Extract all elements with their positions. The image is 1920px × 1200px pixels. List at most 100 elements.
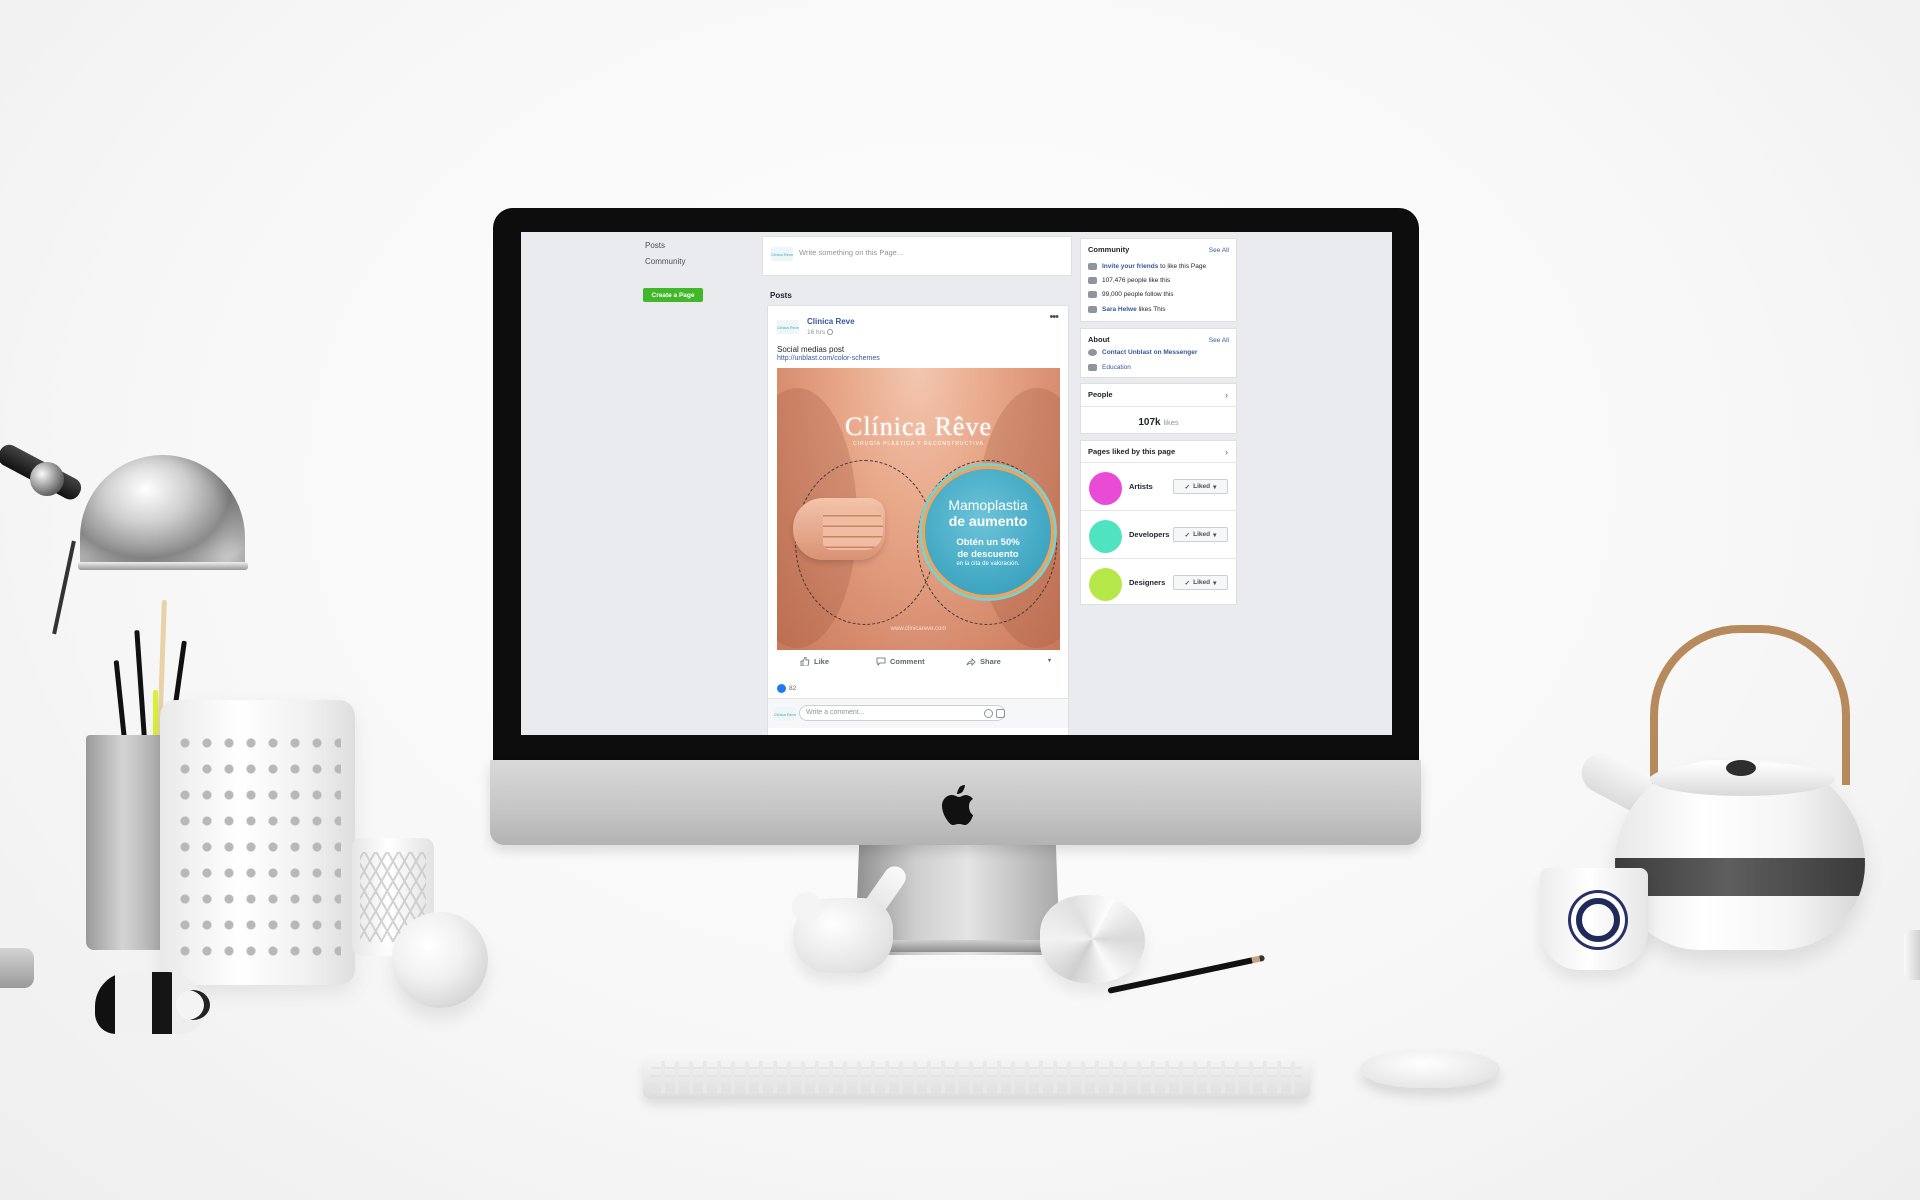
post-author-avatar[interactable]: Clinica Reve bbox=[777, 320, 799, 334]
liked-page-name[interactable]: Designers bbox=[1129, 578, 1165, 587]
pages-liked-title[interactable]: Pages liked by this page bbox=[1088, 447, 1175, 456]
contact-messenger-link[interactable]: Contact Unblast on Messenger bbox=[1102, 349, 1197, 356]
post-author[interactable]: Clinica Reve bbox=[807, 317, 855, 326]
people-title[interactable]: People bbox=[1088, 390, 1113, 399]
friend-rest: likes This bbox=[1138, 306, 1166, 313]
emoji-icon[interactable] bbox=[984, 709, 993, 718]
chevron-right-icon[interactable]: › bbox=[1225, 447, 1228, 457]
category-link[interactable]: Education bbox=[1102, 364, 1131, 371]
people-card: People › 107k likes bbox=[1080, 383, 1237, 434]
community-follows-row: 99,000 people follow this bbox=[1088, 291, 1174, 298]
panda-figurine-head bbox=[176, 990, 210, 1020]
desk-lamp-shade bbox=[80, 455, 245, 570]
post-time[interactable]: 16 hrs bbox=[807, 329, 833, 336]
globe-icon bbox=[826, 329, 833, 336]
page-avatar: Clinica Reve bbox=[771, 247, 793, 261]
liked-page-row: Artists ✓ Liked ▾ bbox=[1081, 462, 1236, 510]
liked-button[interactable]: ✓ Liked ▾ bbox=[1173, 575, 1228, 590]
flower-icon bbox=[1576, 898, 1620, 942]
rss-icon bbox=[1088, 291, 1097, 298]
community-see-all-link[interactable]: See All bbox=[1209, 247, 1229, 254]
screen: Posts Community Create a Page Clinica Re… bbox=[521, 232, 1392, 735]
comment-input[interactable]: Write a comment... bbox=[799, 705, 1005, 721]
posts-heading: Posts bbox=[770, 291, 792, 300]
about-title: About bbox=[1088, 335, 1110, 344]
more-options-icon[interactable]: ••• bbox=[1049, 311, 1059, 323]
promo-note: en la cita de valoración. bbox=[956, 561, 1020, 567]
desk-object-edge bbox=[0, 948, 34, 988]
liked-page-avatar[interactable] bbox=[1089, 568, 1122, 601]
comment-label: Comment bbox=[890, 657, 925, 666]
promo-title-1: Mamoplastia bbox=[948, 497, 1028, 513]
people-likes: 107k likes bbox=[1081, 417, 1236, 428]
nav-item-posts[interactable]: Posts bbox=[645, 241, 665, 250]
comment-row: Clinica Reve Write a comment... bbox=[768, 698, 1068, 728]
create-page-button[interactable]: Create a Page bbox=[643, 288, 703, 302]
liked-page-name[interactable]: Developers bbox=[1129, 530, 1169, 539]
promo-offer-1: Obtén un 50% bbox=[956, 537, 1020, 548]
liked-button-label: Liked bbox=[1193, 483, 1211, 490]
promo-title-2: de aumento bbox=[948, 513, 1028, 529]
community-title: Community bbox=[1088, 245, 1130, 254]
people-icon bbox=[1088, 306, 1097, 313]
comment-icon bbox=[876, 657, 886, 666]
teacup bbox=[1540, 868, 1648, 970]
apple-logo-icon bbox=[942, 785, 973, 825]
glass-sphere bbox=[392, 912, 488, 1008]
promo-badge: Mamoplastia de aumento Obtén un 50% de d… bbox=[922, 466, 1054, 598]
crumpled-paper bbox=[1040, 895, 1145, 983]
people-likes-count: 107k bbox=[1138, 417, 1161, 428]
desk-object-edge bbox=[1904, 930, 1920, 980]
keyboard bbox=[643, 1056, 1310, 1099]
liked-button[interactable]: ✓ Liked ▾ bbox=[1173, 479, 1228, 494]
clinic-logo: Clínica Rêve bbox=[844, 412, 992, 441]
post-card: Clinica Reve Clinica Reve 16 hrs ••• Soc… bbox=[767, 305, 1069, 735]
liked-page-avatar[interactable] bbox=[1089, 520, 1122, 553]
share-dropdown-chevron-icon[interactable]: ▾ bbox=[1048, 657, 1051, 664]
comment-button[interactable]: Comment bbox=[876, 657, 925, 666]
liked-button[interactable]: ✓ Liked ▾ bbox=[1173, 527, 1228, 542]
community-follows-text: 99,000 people follow this bbox=[1102, 291, 1174, 298]
composer-placeholder[interactable]: Write something on this Page... bbox=[799, 248, 903, 257]
liked-page-row: Developers ✓ Liked ▾ bbox=[1081, 510, 1236, 558]
community-likes-text: 107,476 people like this bbox=[1102, 277, 1171, 284]
about-see-all-link[interactable]: See All bbox=[1209, 337, 1229, 344]
nav-item-community[interactable]: Community bbox=[645, 257, 685, 266]
reaction-summary[interactable]: 82 bbox=[777, 684, 796, 693]
dropdown-caret-icon: ▾ bbox=[1213, 579, 1217, 587]
liked-button-label: Liked bbox=[1193, 531, 1211, 538]
clinic-logo-subtitle: CIRUGÍA PLÁSTICA Y RECONSTRUCTIVA bbox=[853, 441, 984, 447]
chevron-right-icon[interactable]: › bbox=[1225, 390, 1228, 400]
pages-liked-card: Pages liked by this page › Artists ✓ Like… bbox=[1080, 440, 1237, 605]
commenter-avatar: Clinica Reve bbox=[774, 707, 796, 721]
folder-icon bbox=[1088, 364, 1097, 371]
messenger-icon bbox=[1088, 349, 1097, 356]
share-label: Share bbox=[980, 657, 1001, 666]
promo-offer-2: de descuento bbox=[957, 549, 1019, 560]
sticker-icon[interactable] bbox=[996, 709, 1005, 718]
check-icon: ✓ bbox=[1184, 579, 1191, 587]
highlighter bbox=[153, 690, 158, 740]
post-link[interactable]: http://unblast.com/color-schemes bbox=[777, 355, 880, 362]
like-reaction-icon bbox=[777, 684, 786, 693]
post-time-text: 16 hrs bbox=[807, 329, 826, 336]
thumbs-up-icon bbox=[800, 657, 810, 666]
liked-page-row: Designers ✓ Liked ▾ bbox=[1081, 558, 1236, 606]
liked-page-avatar[interactable] bbox=[1089, 472, 1122, 505]
about-card: About See All Contact Unblast on Messeng… bbox=[1080, 328, 1237, 378]
post-actions: Like Comment Share ▾ bbox=[768, 655, 1068, 673]
friend-name-link[interactable]: Sara Helwe bbox=[1102, 306, 1137, 313]
post-composer[interactable]: Clinica Reve Write something on this Pag… bbox=[762, 236, 1072, 276]
people-likes-label: likes bbox=[1163, 418, 1179, 427]
share-button[interactable]: Share bbox=[966, 657, 1001, 666]
like-button[interactable]: Like bbox=[800, 657, 829, 666]
post-image[interactable]: Clínica Rêve CIRUGÍA PLÁSTICA Y RECONSTR… bbox=[777, 368, 1060, 650]
pen bbox=[134, 630, 147, 741]
pen bbox=[113, 660, 127, 741]
image-footer-url: www.clinicareve.com bbox=[890, 626, 947, 632]
divider bbox=[1081, 406, 1236, 407]
liked-page-name[interactable]: Artists bbox=[1129, 482, 1153, 491]
community-friend-row: Sara Helwe likes This bbox=[1088, 306, 1165, 313]
invite-friends-link[interactable]: Invite your friends bbox=[1102, 263, 1158, 270]
dropdown-caret-icon: ▾ bbox=[1213, 483, 1217, 491]
